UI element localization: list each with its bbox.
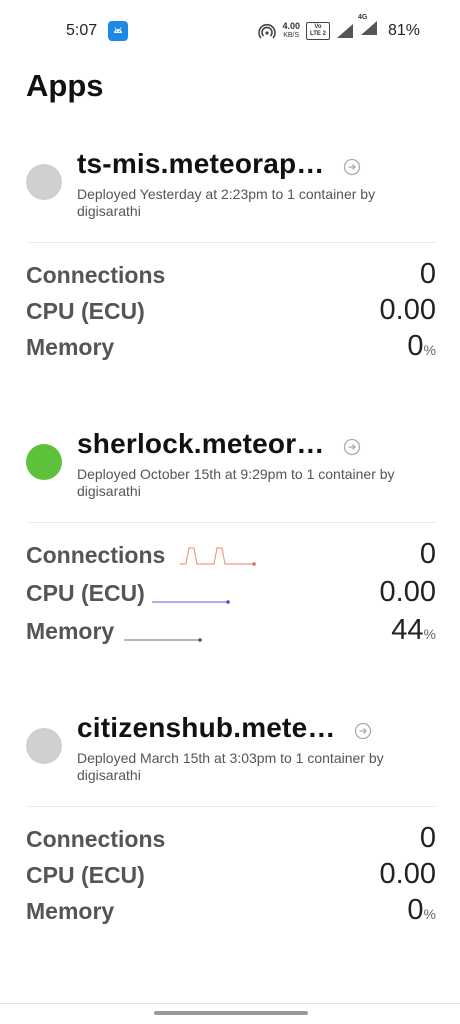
memory-unit: %: [423, 626, 436, 642]
app-header[interactable]: citizenshub.mete… Deployed March 15th at…: [0, 712, 460, 812]
metric-label: CPU (ECU): [26, 580, 145, 606]
metric-connections: Connections 0: [26, 538, 436, 578]
app-header[interactable]: ts-mis.meteorap… Deployed Yesterday at 2…: [0, 148, 460, 248]
signal-4g: 4G: [358, 14, 378, 41]
bottom-divider: [0, 1003, 460, 1004]
metric-value: 0.00: [379, 294, 436, 326]
app-card[interactable]: sherlock.meteor… Deployed October 15th a…: [0, 428, 460, 646]
deploy-info: Deployed March 15th at 3:03pm to 1 conta…: [77, 750, 384, 783]
cpu-sparkline: [152, 600, 230, 604]
metric-connections: Connections 0: [26, 258, 436, 298]
network-speed-unit: KB/S: [283, 31, 300, 39]
metric-value: 0.00: [379, 858, 436, 890]
network-speed-value: 4.00: [282, 20, 300, 31]
memory-unit: %: [423, 342, 436, 358]
home-indicator[interactable]: [154, 1011, 308, 1015]
app-name[interactable]: sherlock.meteor…: [77, 428, 325, 460]
memory-value: 0: [407, 894, 424, 926]
metric-label: CPU (ECU): [26, 862, 145, 888]
metric-label: Connections: [26, 826, 166, 852]
divider: [26, 242, 436, 243]
app-card[interactable]: ts-mis.meteorap… Deployed Yesterday at 2…: [0, 148, 460, 362]
memory-unit: %: [423, 906, 436, 922]
arrow-right-circle-icon[interactable]: [343, 158, 361, 176]
hotspot-icon: [258, 23, 277, 39]
metric-value: 0%: [407, 894, 436, 927]
network-speed: 4.00 KB/S: [282, 20, 300, 40]
volte-icon: Vo LTE 2: [305, 21, 330, 40]
memory-sparkline: [124, 638, 202, 642]
metric-value: 0: [419, 822, 436, 854]
status-bar: 5:07 4.00 KB/S Vo LTE 2 4G 81%: [0, 0, 460, 64]
connections-sparkline: [180, 547, 256, 566]
metric-label: Memory: [26, 898, 115, 924]
signal-icon: [336, 23, 353, 38]
divider: [26, 522, 436, 523]
volte-label-bottom: LTE 2: [310, 30, 326, 37]
network-type-label: 4G: [357, 14, 368, 21]
metric-value: 0.00: [379, 576, 436, 608]
metric-connections: Connections 0: [26, 822, 436, 862]
app-status-dot: [26, 728, 62, 764]
app-status-dot: [26, 444, 62, 480]
divider: [26, 806, 436, 807]
arrow-right-circle-icon[interactable]: [343, 438, 361, 456]
page-title: Apps: [26, 68, 104, 103]
metric-cpu: CPU (ECU) 0.00: [26, 858, 436, 898]
battery-percent: 81%: [387, 21, 420, 39]
deploy-info: Deployed Yesterday at 2:23pm to 1 contai…: [77, 186, 376, 219]
status-time: 5:07: [66, 22, 98, 39]
android-notification-icon: [108, 21, 128, 41]
metric-memory: Memory 0%: [26, 330, 436, 370]
metric-value: 0: [419, 258, 436, 290]
metric-value: 44%: [391, 614, 436, 647]
metric-memory: Memory 44%: [26, 614, 436, 654]
metric-label: Connections: [26, 262, 166, 288]
metric-value: 0: [419, 538, 436, 570]
memory-value: 44: [391, 614, 424, 646]
metric-label: Connections: [26, 542, 166, 568]
metric-label: Memory: [26, 334, 115, 360]
arrow-right-circle-icon[interactable]: [354, 722, 372, 740]
deploy-info: Deployed October 15th at 9:29pm to 1 con…: [77, 466, 395, 499]
app-card[interactable]: citizenshub.mete… Deployed March 15th at…: [0, 712, 460, 926]
metric-cpu: CPU (ECU) 0.00: [26, 294, 436, 334]
app-name[interactable]: ts-mis.meteorap…: [77, 148, 325, 180]
metric-value: 0%: [407, 330, 436, 363]
app-status-dot: [26, 164, 62, 200]
metric-label: Memory: [26, 618, 115, 644]
signal-4g-icon: [360, 21, 377, 35]
memory-value: 0: [407, 330, 424, 362]
volte-label-top: Vo: [314, 23, 322, 30]
app-header[interactable]: sherlock.meteor… Deployed October 15th a…: [0, 428, 460, 528]
metric-memory: Memory 0%: [26, 894, 436, 934]
metric-cpu: CPU (ECU) 0.00: [26, 576, 436, 616]
app-name[interactable]: citizenshub.mete…: [77, 712, 336, 744]
metric-label: CPU (ECU): [26, 298, 145, 324]
